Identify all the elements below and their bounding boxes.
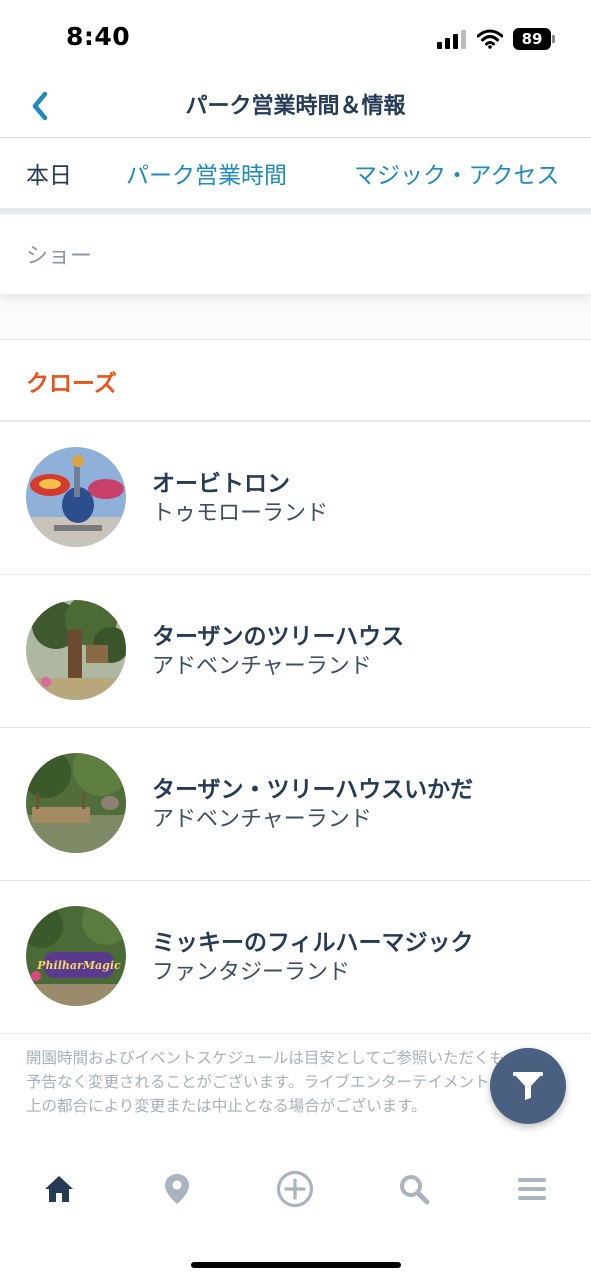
section-spacer	[0, 294, 591, 340]
menu-icon	[518, 1178, 546, 1200]
filter-icon	[513, 1072, 543, 1100]
nav-header: パーク営業時間＆情報	[0, 78, 591, 138]
closed-section-header: クローズ	[0, 340, 591, 422]
attraction-thumbnail	[26, 753, 126, 853]
bottom-nav	[0, 1155, 591, 1225]
list-item[interactable]: オービトロン トゥモローランド	[0, 422, 591, 575]
nav-search[interactable]	[394, 1169, 434, 1209]
list-item[interactable]: ターザンのツリーハウス アドベンチャーランド	[0, 575, 591, 728]
philharmagic-sign-text: PhilharMagic	[36, 959, 121, 972]
attraction-list: オービトロン トゥモローランド ターザンのツリーハウス アドベンチャーランド タ…	[0, 422, 591, 1034]
disclaimer-text: 開園時間およびイベントスケジュールは目安としてご参照いただくもので、予告なく変更…	[26, 1049, 552, 1115]
battery-icon: 89	[513, 28, 555, 50]
tab-bar: 本日 パーク営業時間 マジック・アクセス	[0, 138, 591, 214]
signal-icon	[437, 30, 466, 49]
home-indicator	[191, 1262, 401, 1268]
status-time: 8:40	[66, 22, 131, 51]
plus-circle-icon	[276, 1170, 314, 1208]
show-filter-label: ショー	[26, 244, 93, 269]
nav-map[interactable]	[157, 1169, 197, 1209]
list-item[interactable]: ターザン・ツリーハウスいかだ アドベンチャーランド	[0, 728, 591, 881]
closed-label: クローズ	[26, 371, 117, 397]
attraction-name: ターザンのツリーハウス	[152, 624, 405, 650]
status-icons: 89	[437, 26, 555, 52]
attraction-thumbnail	[26, 447, 126, 547]
search-icon	[400, 1175, 430, 1205]
tab-today[interactable]: 本日	[26, 156, 72, 190]
attraction-thumbnail	[26, 600, 126, 700]
show-filter-row[interactable]: ショー	[0, 214, 591, 294]
nav-add[interactable]	[275, 1169, 315, 1209]
map-pin-icon	[165, 1174, 189, 1204]
nav-menu[interactable]	[512, 1169, 552, 1209]
attraction-area: アドベンチャーランド	[152, 654, 372, 679]
list-item[interactable]: PhilharMagic ミッキーのフィルハーマジック ファンタジーランド	[0, 881, 591, 1034]
attraction-thumbnail: PhilharMagic	[26, 906, 126, 1006]
status-bar: 8:40 89	[0, 0, 591, 78]
attraction-name: ミッキーのフィルハーマジック	[152, 930, 474, 956]
home-icon	[45, 1176, 73, 1202]
tab-magic-access[interactable]: マジック・アクセス	[354, 156, 559, 190]
wifi-icon	[477, 29, 503, 49]
attraction-area: トゥモローランド	[152, 501, 329, 526]
filter-button[interactable]	[490, 1048, 566, 1124]
page-title: パーク営業時間＆情報	[185, 94, 406, 119]
nav-home[interactable]	[39, 1169, 79, 1209]
attraction-name: ターザン・ツリーハウスいかだ	[152, 777, 474, 803]
attraction-name: オービトロン	[152, 471, 290, 497]
attraction-area: アドベンチャーランド	[152, 807, 372, 832]
attraction-area: ファンタジーランド	[152, 960, 351, 985]
tab-park-hours[interactable]: パーク営業時間	[126, 156, 287, 190]
